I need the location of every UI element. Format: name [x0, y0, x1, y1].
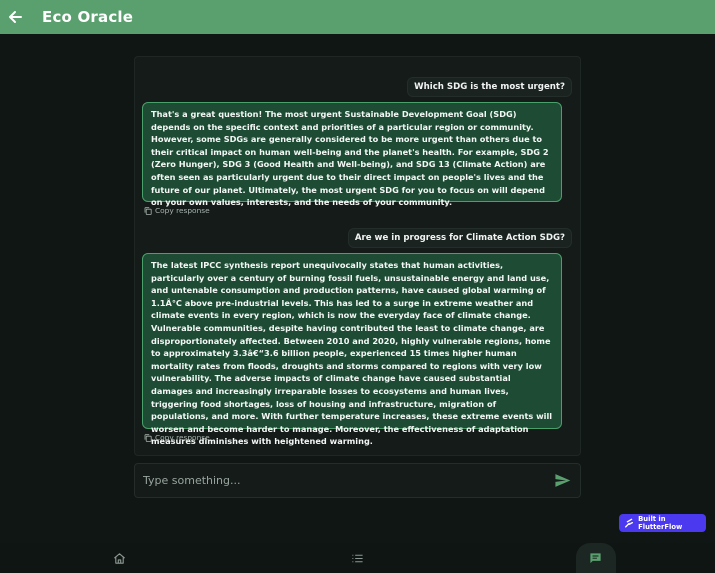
send-button[interactable] — [544, 463, 580, 498]
nav-item-list[interactable] — [238, 543, 476, 573]
nav-item-chat[interactable] — [477, 543, 715, 573]
app-title: Eco Oracle — [42, 8, 134, 26]
message-composer — [134, 463, 581, 498]
flutterflow-logo-icon — [625, 518, 634, 528]
back-button[interactable] — [0, 0, 30, 34]
copy-response-label: Copy response — [155, 206, 210, 215]
chat-icon — [590, 552, 601, 563]
chat-panel[interactable]: Which SDG is the most urgent? That's a g… — [134, 56, 581, 456]
nav-item-home[interactable] — [0, 543, 238, 573]
copy-response-label: Copy response — [155, 433, 210, 442]
copy-icon — [144, 433, 152, 442]
app-bar: Eco Oracle — [0, 0, 715, 34]
arrow-left-icon — [9, 11, 22, 23]
user-message: Are we in progress for Climate Action SD… — [347, 228, 572, 248]
copy-icon — [144, 206, 152, 215]
flutterflow-badge-label: Built in FlutterFlow — [638, 515, 683, 531]
home-icon — [113, 552, 125, 564]
assistant-message: That's a great question! The most urgent… — [142, 102, 562, 207]
send-icon — [554, 474, 570, 487]
assistant-message: The latest IPCC synthesis report unequiv… — [142, 253, 562, 446]
bottom-nav — [0, 543, 715, 573]
user-message: Which SDG is the most urgent? — [407, 77, 572, 97]
flutterflow-badge[interactable]: Built in FlutterFlow — [619, 514, 706, 532]
copy-response-button[interactable]: Copy response — [144, 206, 210, 215]
message-input[interactable] — [135, 464, 544, 497]
copy-response-button[interactable]: Copy response — [144, 433, 210, 442]
list-icon — [352, 554, 363, 562]
